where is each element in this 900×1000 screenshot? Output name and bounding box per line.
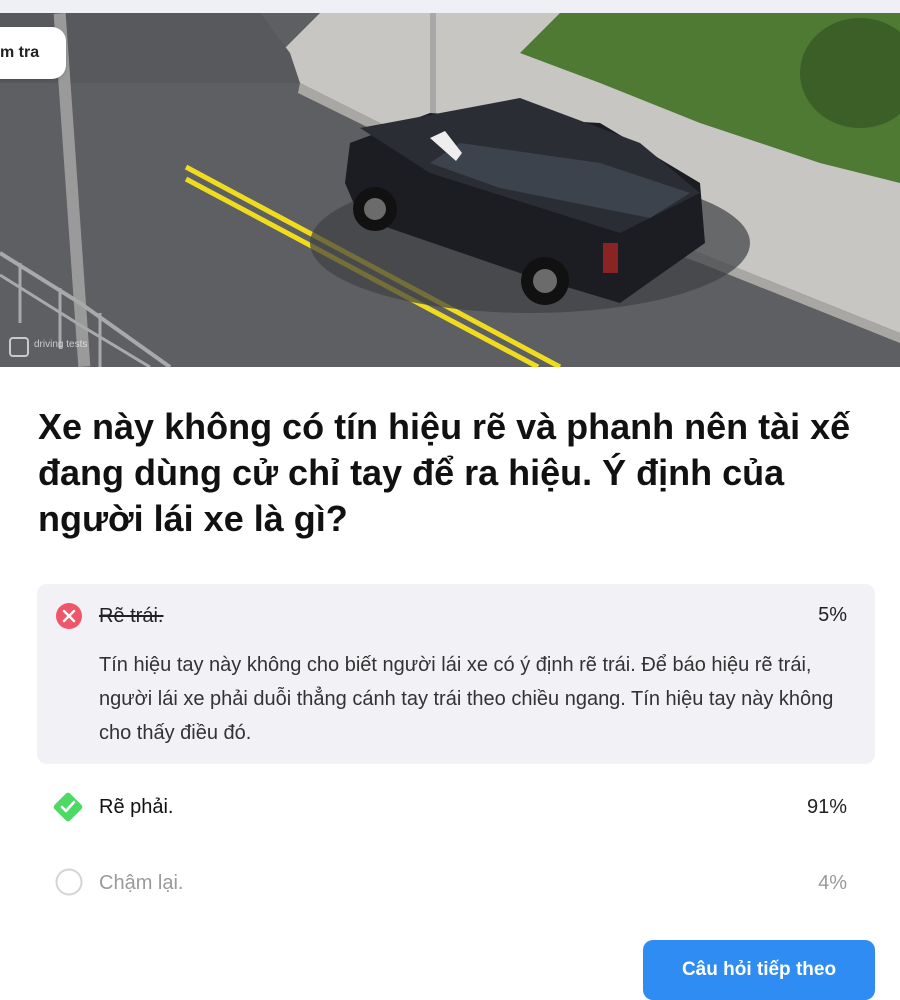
next-question-button[interactable]: Câu hỏi tiếp theo: [643, 940, 875, 1000]
answer-explanation: Tín hiệu tay này không cho biết người lá…: [99, 654, 834, 744]
image-tag[interactable]: m tra: [0, 27, 66, 79]
top-strip: [0, 0, 900, 13]
answer-label: Rẽ phải.: [99, 796, 174, 818]
check-icon: [53, 792, 83, 822]
question-image: driving tests m tra: [0, 13, 900, 367]
answer-option-unselected[interactable]: Chậm lại. 4%: [37, 852, 875, 912]
incorrect-icon: [56, 603, 82, 629]
answer-option-correct[interactable]: Rẽ phải. 91%: [37, 776, 875, 836]
radio-empty-icon: [55, 868, 83, 896]
answer-percent: 5%: [818, 604, 847, 626]
answer-percent: 91%: [806, 796, 847, 818]
question-text: Xe này không có tín hiệu rẽ và phanh nên…: [38, 406, 851, 539]
answer-option-incorrect[interactable]: Rẽ trái. 5% Tín hiệu tay này không cho b…: [37, 584, 875, 764]
watermark-text: driving tests: [34, 339, 87, 350]
image-tag-label: m tra: [0, 44, 40, 61]
answer-percent: 4%: [818, 872, 847, 894]
answer-label: Chậm lại.: [99, 872, 184, 894]
answer-label: Rẽ trái.: [99, 605, 164, 627]
